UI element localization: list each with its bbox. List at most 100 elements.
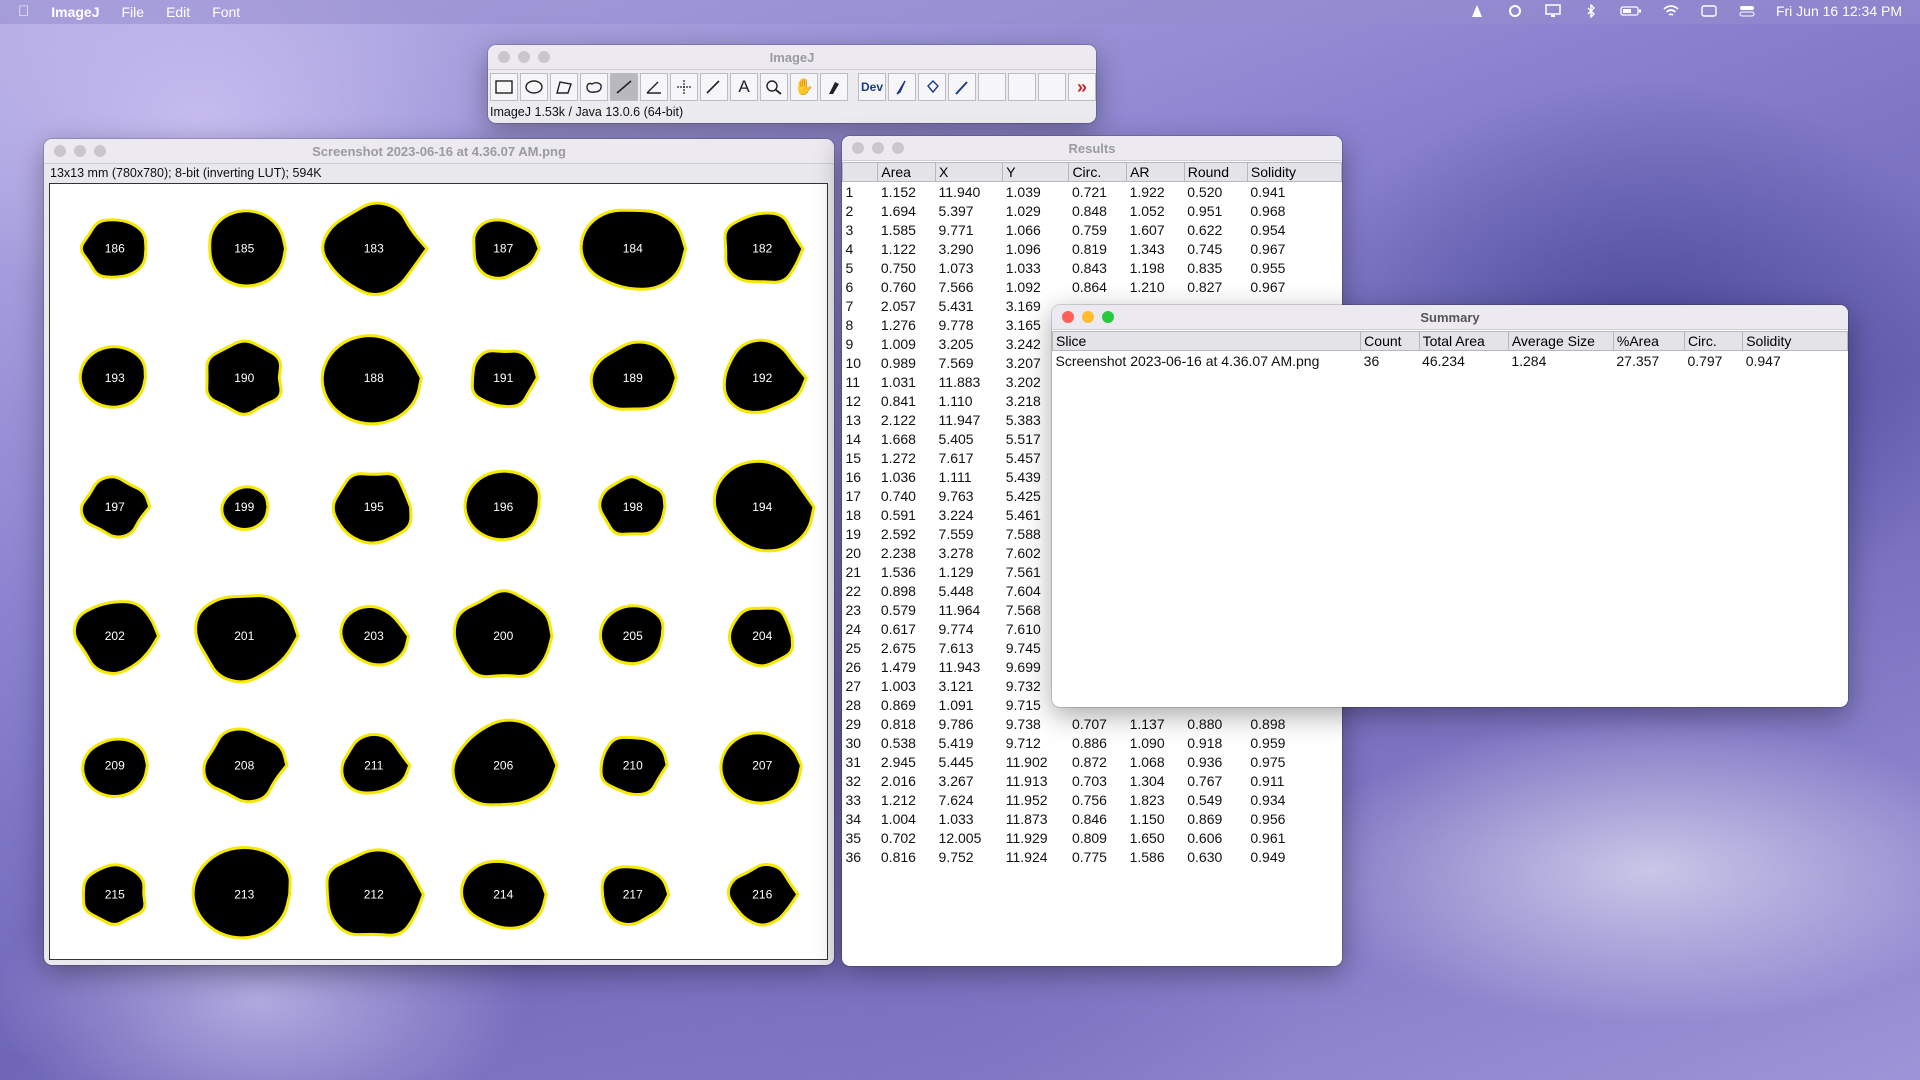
- table-cell: 1.823: [1129, 791, 1165, 808]
- table-cell: 3.290: [938, 240, 974, 257]
- wifi-icon[interactable]: [1662, 4, 1680, 18]
- table-row[interactable]: 30 0.538 5.419 9.712 0.886 1.090 0.918 0.959: [843, 733, 1342, 752]
- freehand-tool-icon[interactable]: [580, 73, 608, 101]
- vlc-icon[interactable]: [1468, 4, 1486, 18]
- more-tools-icon[interactable]: »: [1068, 73, 1096, 101]
- column-header[interactable]: Slice: [1052, 331, 1362, 351]
- bluetooth-icon[interactable]: [1582, 4, 1600, 18]
- point-tool-icon[interactable]: [670, 73, 698, 101]
- app-menu[interactable]: ImageJ: [51, 4, 99, 20]
- column-header[interactable]: Area: [877, 162, 937, 182]
- column-header[interactable]: Circ.: [1683, 331, 1744, 351]
- wand-tool-icon[interactable]: [700, 73, 728, 101]
- particle-label: 209: [105, 758, 125, 772]
- column-header[interactable]: Total Area: [1418, 331, 1509, 351]
- table-cell: 0.819: [1071, 240, 1107, 257]
- empty-tool-slot-1[interactable]: [978, 73, 1006, 101]
- battery-icon[interactable]: [1620, 4, 1642, 18]
- column-header[interactable]: Round: [1183, 162, 1248, 182]
- menubar-clock[interactable]: Fri Jun 16 12:34 PM: [1776, 3, 1902, 19]
- dev-menu-button[interactable]: Dev: [858, 73, 886, 101]
- particle-label: 206: [493, 758, 513, 772]
- table-cell: 0.760: [880, 278, 916, 295]
- column-header[interactable]: Average Size: [1507, 331, 1614, 351]
- table-row[interactable]: 33 1.212 7.624 11.952 0.756 1.823 0.549 0.934: [843, 790, 1342, 809]
- column-header[interactable]: [842, 162, 879, 182]
- oval-tool-icon[interactable]: [520, 73, 548, 101]
- table-row[interactable]: 3 1.585 9.771 1.066 0.759 1.607 0.622 0.954: [843, 220, 1342, 239]
- table-cell: 22: [845, 582, 862, 599]
- table-row[interactable]: 2 1.694 5.397 1.029 0.848 1.052 0.951 0.968: [843, 201, 1342, 220]
- menu-edit[interactable]: Edit: [166, 4, 190, 20]
- color-picker-icon[interactable]: [820, 73, 848, 101]
- column-header[interactable]: X: [935, 162, 1004, 182]
- network-icon[interactable]: [1506, 4, 1524, 18]
- table-cell: 0.797: [1687, 352, 1723, 369]
- table-cell: 0.951: [1187, 202, 1223, 219]
- table-row[interactable]: 34 1.004 1.033 11.873 0.846 1.150 0.869 0.956: [843, 809, 1342, 828]
- particle-label: 215: [105, 887, 125, 901]
- column-header[interactable]: Y: [1002, 162, 1070, 182]
- table-cell: 0.767: [1187, 772, 1223, 789]
- table-row[interactable]: 36 0.816 9.752 11.924 0.775 1.586 0.630 0.949: [843, 847, 1342, 866]
- empty-tool-slot-3[interactable]: [1038, 73, 1066, 101]
- image-canvas[interactable]: 186 185 183 187 184 182 193 190 188 191 189 192 197 1…: [49, 183, 828, 960]
- tool-row: A ✋ Dev »: [490, 73, 1096, 101]
- table-cell: 0.606: [1187, 829, 1223, 846]
- rectangle-tool-icon[interactable]: [490, 73, 518, 101]
- menu-font[interactable]: Font: [212, 4, 240, 20]
- column-header[interactable]: Solidity: [1246, 162, 1342, 182]
- column-header[interactable]: Count: [1360, 331, 1420, 351]
- table-cell: 0.961: [1250, 829, 1286, 846]
- table-cell: 0.975: [1250, 753, 1286, 770]
- table-row[interactable]: 32 2.016 3.267 11.913 0.703 1.304 0.767 0.911: [843, 771, 1342, 790]
- flood-fill-icon[interactable]: [918, 73, 946, 101]
- magnifier-tool-icon[interactable]: [760, 73, 788, 101]
- brush-tool-icon[interactable]: [888, 73, 916, 101]
- table-cell: 0.869: [1187, 810, 1223, 827]
- table-row[interactable]: 29 0.818 9.786 9.738 0.707 1.137 0.880 0.898: [843, 714, 1342, 733]
- image-titlebar[interactable]: Screenshot 2023-06-16 at 4.36.07 AM.png: [44, 139, 834, 164]
- angle-tool-icon[interactable]: [640, 73, 668, 101]
- straight-line-tool-icon[interactable]: [610, 73, 638, 101]
- table-row[interactable]: Screenshot 2023-06-16 at 4.36.07 AM.png 3…: [1053, 351, 1848, 371]
- toolbar-titlebar[interactable]: ImageJ: [488, 45, 1096, 70]
- table-cell: 9.712: [1005, 734, 1041, 751]
- keyboard-input-icon[interactable]: [1700, 4, 1718, 18]
- table-cell: 1: [845, 183, 854, 200]
- imagej-toolbar-window: ImageJ A ✋ Dev » ImageJ 1.53k / Java 13.…: [488, 45, 1096, 123]
- table-row[interactable]: 35 0.702 12.005 11.929 0.809 1.650 0.606 0.961: [843, 828, 1342, 847]
- table-cell: 34: [845, 810, 862, 827]
- results-titlebar[interactable]: Results: [842, 136, 1342, 161]
- column-header[interactable]: %Area: [1612, 331, 1685, 351]
- table-row[interactable]: 1 1.152 11.940 1.039 0.721 1.922 0.520 0.941: [843, 182, 1342, 202]
- table-row[interactable]: 5 0.750 1.073 1.033 0.843 1.198 0.835 0.955: [843, 258, 1342, 277]
- particle-image[interactable]: 186 185 183 187 184 182 193 190 188 191 189 192 197 1…: [50, 184, 827, 959]
- summary-titlebar[interactable]: Summary: [1052, 305, 1848, 330]
- control-center-icon[interactable]: [1738, 4, 1756, 18]
- table-cell: 4: [845, 240, 854, 257]
- table-cell: 2.016: [880, 772, 916, 789]
- particle-label: 186: [105, 242, 125, 256]
- table-row[interactable]: 4 1.122 3.290 1.096 0.819 1.343 0.745 0.967: [843, 239, 1342, 258]
- column-header[interactable]: AR: [1126, 162, 1185, 182]
- scroll-hand-icon[interactable]: ✋: [790, 73, 818, 101]
- table-cell: 0.549: [1187, 791, 1223, 808]
- table-row[interactable]: 31 2.945 5.445 11.902 0.872 1.068 0.936 0.975: [843, 752, 1342, 771]
- menu-file[interactable]: File: [122, 4, 145, 20]
- display-icon[interactable]: [1544, 4, 1562, 18]
- dropper-tool-icon[interactable]: [948, 73, 976, 101]
- text-tool-icon[interactable]: A: [730, 73, 758, 101]
- empty-tool-slot-2[interactable]: [1008, 73, 1036, 101]
- table-cell: 9.738: [1005, 715, 1041, 732]
- summary-table[interactable]: Slice Count Total Area Average Size %Area Cir…: [1052, 331, 1848, 370]
- column-header[interactable]: Circ.: [1068, 162, 1128, 182]
- table-cell: 9.774: [938, 620, 974, 637]
- polygon-tool-icon[interactable]: [550, 73, 578, 101]
- table-row[interactable]: 6 0.760 7.566 1.092 0.864 1.210 0.827 0.967: [843, 277, 1342, 296]
- table-cell: 0.989: [880, 354, 916, 371]
- column-header[interactable]: Solidity: [1742, 331, 1848, 351]
- table-cell: 25: [845, 639, 862, 656]
- table-cell: 0.959: [1250, 734, 1286, 751]
- apple-menu-icon[interactable]: : [18, 3, 29, 20]
